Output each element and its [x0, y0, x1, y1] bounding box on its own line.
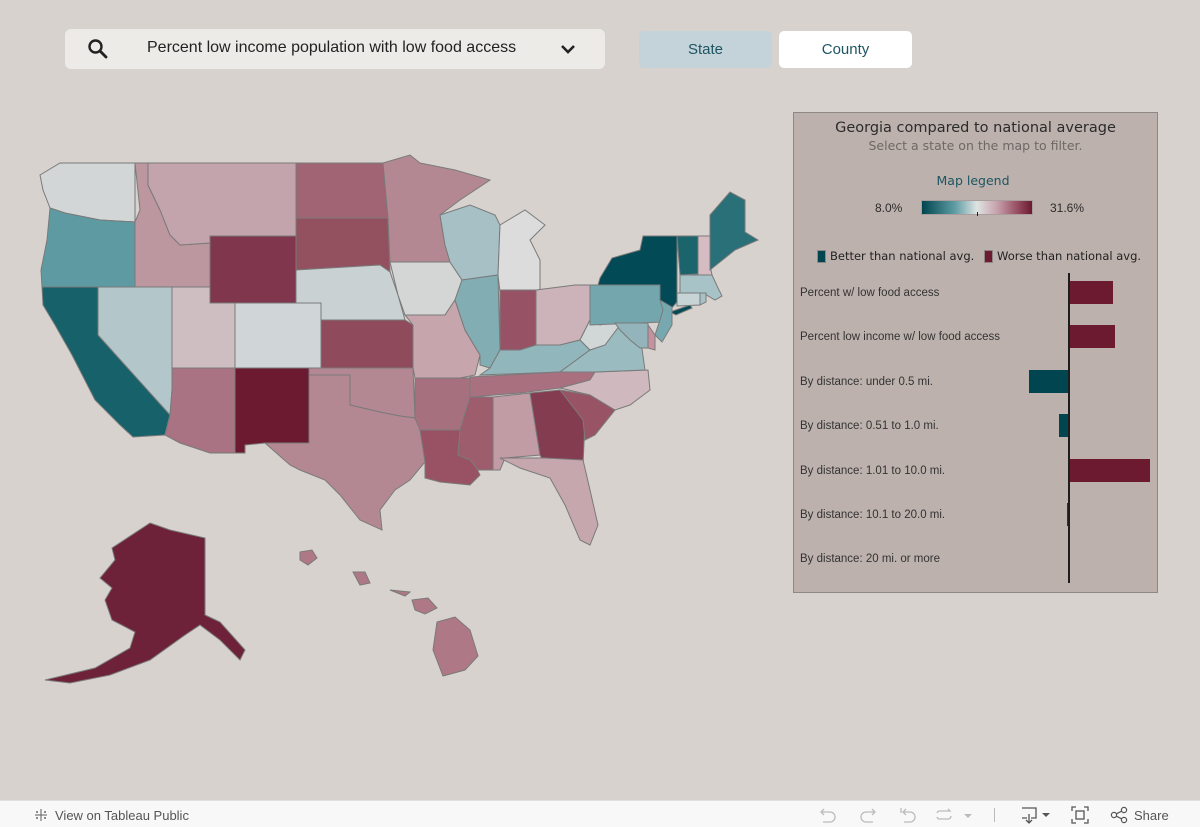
bar-worse-than-average[interactable] [1069, 458, 1150, 482]
state-hawaii[interactable]: Hawaii [432, 616, 479, 677]
revert-icon [900, 808, 916, 823]
state-new-mexico[interactable]: New Mexico [234, 367, 310, 454]
panel-subtitle: Select a state on the map to filter. [868, 138, 1083, 153]
share-icon [1110, 806, 1128, 824]
state-hawaii-part[interactable] [389, 589, 412, 597]
legend-midpoint-tick [977, 212, 978, 216]
revert-button[interactable] [898, 806, 918, 824]
key-worse: Worse than national avg. [984, 249, 1141, 263]
measure-dropdown[interactable]: Percent low income population with low f… [65, 29, 605, 69]
state-michigan[interactable]: Michigan [497, 209, 546, 293]
comparison-row-label: By distance: 0.51 to 1.0 mi. [800, 420, 939, 433]
comparison-row: By distance: 1.01 to 10.0 mi. [794, 451, 1157, 495]
legend-max-label: 31.6% [1050, 201, 1085, 215]
state-rhode-island[interactable]: Rhode Island [699, 292, 707, 306]
share-label: Share [1134, 807, 1169, 823]
comparison-row: Percent low income w/ low food access [794, 317, 1157, 361]
redo-button[interactable] [858, 806, 878, 824]
panel-title: Georgia compared to national average [835, 120, 1116, 136]
comparison-row-label: By distance: 20 mi. or more [800, 553, 940, 566]
bar-better-than-average[interactable] [1029, 369, 1069, 393]
view-on-tableau-link[interactable]: View on Tableau Public [33, 807, 189, 823]
comparison-row-label: Percent low income w/ low food access [800, 331, 1001, 344]
chevron-down-icon[interactable] [559, 41, 577, 57]
search-icon [88, 39, 108, 59]
state-indiana[interactable]: Indiana [499, 289, 537, 351]
comparison-row-label: Percent w/ low food access [800, 287, 940, 299]
national-average-baseline [1068, 273, 1070, 583]
share-button[interactable]: Share [1110, 806, 1169, 824]
measure-dropdown-value: Percent low income population with low f… [147, 39, 517, 56]
better-swatch [817, 249, 826, 263]
download-icon [1022, 807, 1050, 824]
comparison-row-label: By distance: under 0.5 mi. [800, 375, 933, 388]
fullscreen-button[interactable] [1071, 806, 1089, 824]
state-wyoming[interactable]: Wyoming [209, 235, 297, 304]
state-maine[interactable]: Maine [709, 191, 760, 272]
state-colorado[interactable]: Colorado [234, 302, 322, 369]
view-on-tableau-label: View on Tableau Public [55, 807, 189, 823]
state-pennsylvania[interactable]: Pennsylvania [589, 284, 666, 326]
state-florida[interactable]: Florida [499, 457, 599, 546]
worse-swatch [984, 249, 993, 263]
key-better-label: Better than national avg. [830, 249, 975, 263]
key-better: Better than national avg. [817, 249, 974, 263]
state-alaska[interactable]: Alaska [44, 522, 246, 684]
state-toggle-button[interactable]: State [639, 31, 772, 68]
comparison-row-label: By distance: 10.1 to 20.0 mi. [800, 509, 946, 521]
bar-worse-than-average[interactable] [1069, 325, 1115, 349]
bar-worse-than-average[interactable] [1069, 281, 1113, 304]
state-delaware[interactable]: Delaware [647, 323, 656, 351]
tableau-logo-icon [35, 809, 47, 821]
state-north-dakota[interactable]: North Dakota [295, 162, 389, 219]
comparison-panel: Georgia compared to national average Sel… [793, 112, 1158, 593]
map-svg[interactable]: WashingtonOregonCaliforniaNevadaIdahoMon… [0, 90, 780, 700]
legend-min-label: 8.0% [875, 201, 903, 215]
state-montana[interactable]: Montana [147, 162, 297, 246]
comparison-row: By distance: 20 mi. or more [794, 539, 1157, 583]
key-worse-label: Worse than national avg. [997, 249, 1142, 263]
state-vermont[interactable]: Vermont [676, 235, 701, 276]
comparison-row: Percent w/ low food access [794, 273, 1157, 317]
map-legend-title: Map legend [936, 173, 1010, 188]
us-choropleth-map[interactable]: WashingtonOregonCaliforniaNevadaIdahoMon… [0, 90, 780, 700]
download-button[interactable] [1020, 806, 1052, 824]
state-south-dakota[interactable]: South Dakota [295, 217, 391, 273]
state-kansas[interactable]: Kansas [320, 319, 414, 369]
state-hawaii-part[interactable] [411, 597, 438, 615]
comparison-row-label: By distance: 1.01 to 10.0 mi. [800, 464, 946, 477]
comparison-row: By distance: under 0.5 mi. [794, 362, 1157, 406]
state-hawaii-part[interactable] [299, 549, 318, 566]
toolbar-divider [994, 806, 995, 824]
county-toggle-button[interactable]: County [779, 31, 912, 68]
refresh-button[interactable] [934, 806, 974, 824]
refresh-icon [936, 808, 972, 820]
fullscreen-icon [1071, 806, 1089, 824]
tableau-footer: View on Tableau Public Share [0, 800, 1200, 827]
state-arizona[interactable]: Arizona [164, 367, 236, 454]
comparison-row: By distance: 0.51 to 1.0 mi. [794, 406, 1157, 450]
state-hawaii-part[interactable] [352, 571, 371, 586]
comparison-row: By distance: 10.1 to 20.0 mi. [794, 495, 1157, 539]
state-connecticut[interactable]: Connecticut [676, 292, 701, 307]
undo-icon [820, 808, 836, 823]
undo-button[interactable] [818, 806, 838, 824]
redo-icon [860, 808, 876, 823]
